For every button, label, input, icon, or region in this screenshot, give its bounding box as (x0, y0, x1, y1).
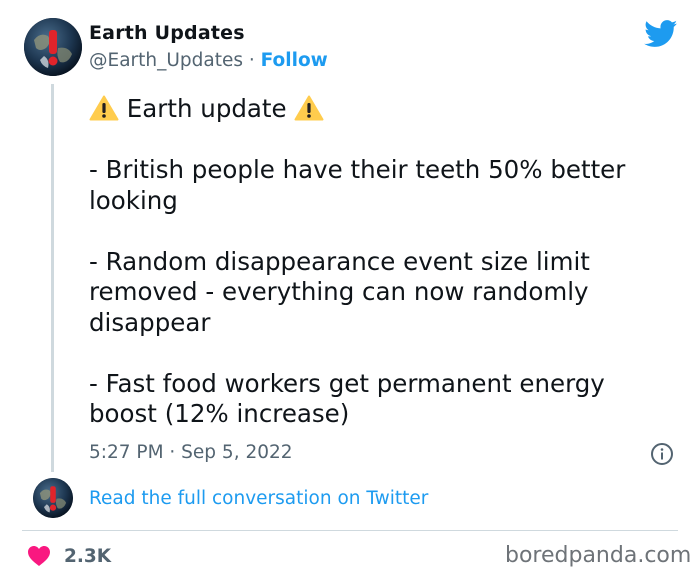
author-handle[interactable]: @Earth_Updates (89, 50, 243, 71)
tweet-item: - Fast food workers get permanent energy… (89, 368, 605, 429)
tweet-item: - Random disappearance event size limit … (89, 246, 590, 337)
tweet-item: - British people have their teeth 50% be… (89, 155, 626, 215)
tweet-title: Earth update (126, 94, 287, 123)
globe-avatar-icon (24, 18, 82, 76)
thread-line (51, 84, 54, 472)
tweet-text: Earth update - British people have their… (89, 94, 679, 430)
read-conversation-link[interactable]: Read the full conversation on Twitter (89, 488, 428, 509)
info-icon[interactable] (650, 442, 674, 466)
like-button[interactable]: 2.3K (27, 544, 111, 568)
like-count: 2.3K (64, 545, 112, 567)
watermark: boredpanda.com (505, 543, 692, 568)
twitter-bird-icon[interactable] (644, 20, 678, 48)
warning-icon (294, 95, 324, 121)
author-meta: @Earth_Updates · Follow (89, 50, 328, 71)
author-name[interactable]: Earth Updates (89, 22, 245, 44)
heart-icon (28, 546, 50, 566)
divider (22, 530, 678, 531)
separator-dot: · (248, 50, 255, 71)
conversation-avatar[interactable] (33, 478, 73, 518)
warning-icon (89, 95, 119, 121)
globe-avatar-icon (33, 478, 73, 518)
tweet-title-line: Earth update (89, 94, 679, 125)
author-avatar[interactable] (24, 18, 82, 76)
follow-button[interactable]: Follow (261, 50, 328, 71)
tweet-timestamp[interactable]: 5:27 PM · Sep 5, 2022 (89, 442, 293, 463)
